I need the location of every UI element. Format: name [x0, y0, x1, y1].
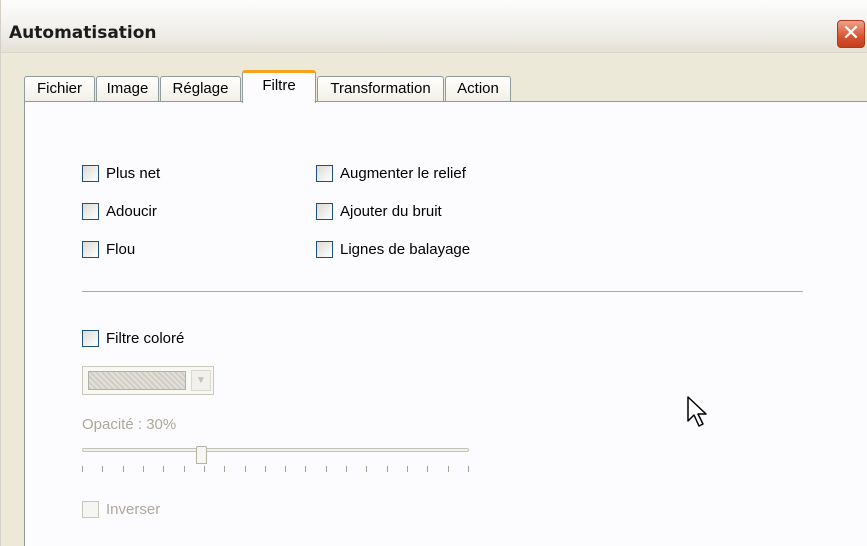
checkbox-label: Inverser [106, 501, 161, 518]
checkbox-box[interactable] [316, 165, 333, 182]
slider-tick [346, 466, 347, 472]
checkbox-label: Flou [106, 241, 136, 258]
title-bar: Automatisation ✕ [1, 0, 867, 53]
checkbox-label: Plus net [106, 165, 161, 182]
slider-tick [245, 466, 246, 472]
checkbox-label: Filtre coloré [106, 330, 185, 347]
slider-tick [366, 466, 367, 472]
tab-label: Fichier [36, 80, 82, 97]
tab-action[interactable]: Action [445, 76, 511, 102]
slider-tick [326, 466, 327, 472]
checkbox-label: Adoucir [106, 203, 157, 220]
slider-tick [427, 466, 428, 472]
opacity-label: Opacité : 30% [82, 416, 177, 433]
slider-tick [123, 466, 124, 472]
checkbox-label: Ajouter du bruit [340, 203, 442, 220]
section-divider [82, 291, 803, 292]
chevron-down-icon[interactable]: ▼ [191, 370, 211, 391]
checkbox-box[interactable] [82, 165, 99, 182]
mouse-pointer-icon [687, 396, 707, 427]
slider-tick [407, 466, 408, 472]
tab-reglage[interactable]: Réglage [160, 76, 241, 102]
slider-tick [468, 466, 469, 472]
checkbox-box[interactable] [316, 203, 333, 220]
automation-dialog: Automatisation ✕ Fichier Image Réglage F… [0, 0, 867, 546]
tab-label: Transformation [330, 80, 431, 97]
close-button[interactable]: ✕ [837, 20, 865, 48]
color-dropdown[interactable]: ▼ [82, 366, 214, 395]
color-swatch [88, 371, 186, 390]
slider-tick [387, 466, 388, 472]
checkbox-label: Lignes de balayage [340, 241, 471, 258]
slider-tick [102, 466, 103, 472]
tab-label: Réglage [172, 80, 229, 97]
slider-tick [224, 466, 225, 472]
checkbox-box[interactable] [82, 203, 99, 220]
checkbox-label: Augmenter le relief [340, 165, 466, 182]
tab-image[interactable]: Image [96, 76, 159, 102]
slider-tick [82, 466, 83, 472]
checkbox-box[interactable] [82, 241, 99, 258]
checkbox-box[interactable] [82, 501, 99, 518]
tab-label: Action [457, 80, 499, 97]
slider-tick [143, 466, 144, 472]
opacity-slider-track[interactable] [82, 448, 469, 452]
filtre-tab-panel: Plus net Adoucir Flou Augmenter le relie… [24, 101, 867, 546]
opacity-slider-thumb[interactable] [196, 446, 207, 464]
tab-filtre[interactable]: Filtre [242, 70, 316, 103]
slider-tick [204, 466, 205, 472]
slider-tick [265, 466, 266, 472]
tab-label: Filtre [262, 77, 296, 94]
close-icon: ✕ [841, 20, 861, 45]
slider-tick [305, 466, 306, 472]
checkbox-box[interactable] [316, 241, 333, 258]
slider-tick [184, 466, 185, 472]
slider-tick [285, 466, 286, 472]
checkbox-box[interactable] [82, 330, 99, 347]
tab-fichier[interactable]: Fichier [24, 76, 95, 102]
tab-label: Image [106, 80, 149, 97]
tab-transformation[interactable]: Transformation [317, 76, 444, 102]
window-title: Automatisation [9, 23, 157, 43]
opacity-slider-ticks [82, 466, 470, 474]
slider-tick [163, 466, 164, 472]
slider-tick [448, 466, 449, 472]
